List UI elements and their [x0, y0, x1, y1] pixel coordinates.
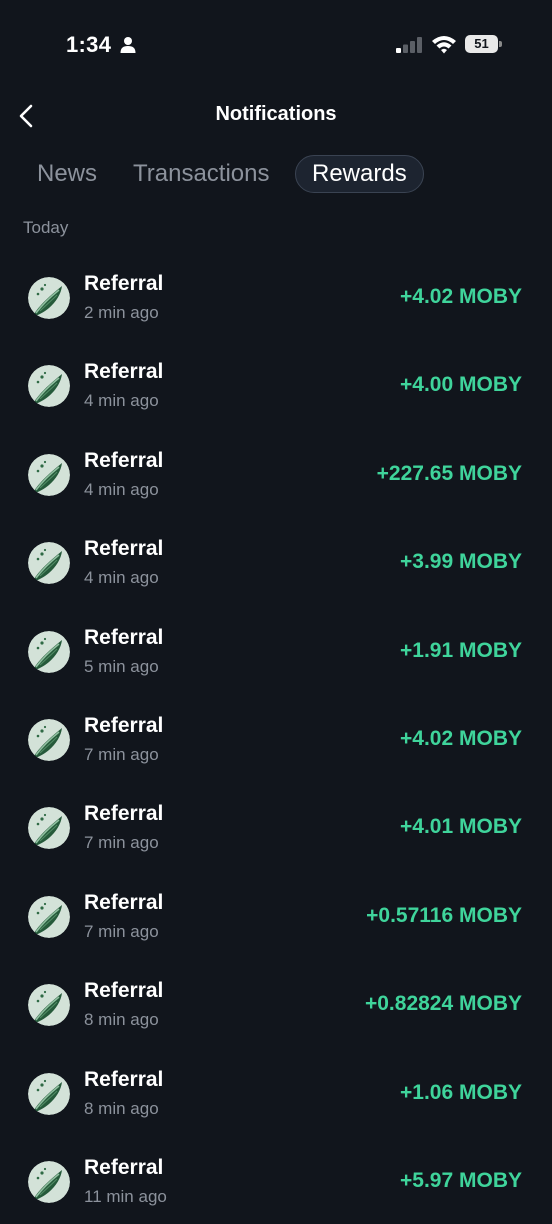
item-amount: +1.06 MOBY [400, 1080, 522, 1104]
item-time: 2 min ago [84, 303, 159, 322]
item-time: 8 min ago [84, 1010, 159, 1030]
list-item[interactable]: Referral 8 min ago +1.06 MOBY [0, 1048, 552, 1136]
item-amount: +5.97 MOBY [400, 1168, 522, 1192]
item-title: Referral [84, 979, 164, 1003]
moby-whale-avatar-icon [28, 807, 70, 850]
moby-whale-avatar-icon [28, 718, 70, 761]
item-title: Referral [84, 537, 164, 561]
item-time: 4 min ago [84, 568, 159, 588]
item-amount: +4.02 MOBY [400, 726, 522, 750]
moby-whale-avatar-icon [28, 630, 70, 673]
item-title: Referral [84, 802, 164, 826]
item-title: Referral [84, 713, 164, 737]
list-item[interactable]: Referral 11 min ago +5.97 MOBY [0, 1136, 552, 1224]
item-amount: +227.65 MOBY [376, 461, 522, 485]
list-item[interactable]: Referral 7 min ago +4.02 MOBY [0, 694, 552, 782]
item-amount: +0.57116 MOBY [366, 903, 522, 927]
section-label-today: Today [23, 218, 69, 237]
status-time: 1:34 [66, 32, 112, 57]
moby-whale-avatar-icon [28, 1160, 70, 1203]
moby-whale-avatar-icon [28, 1072, 70, 1115]
moby-whale-avatar-icon [28, 453, 70, 496]
list-item[interactable]: Referral 4 min ago +3.99 MOBY [0, 517, 552, 605]
person-icon [120, 37, 136, 53]
wifi-icon [432, 36, 456, 54]
moby-whale-avatar-icon [28, 895, 70, 938]
tab-transactions[interactable]: Transactions [133, 155, 270, 193]
item-time: 8 min ago [84, 1098, 159, 1118]
moby-whale-avatar-icon [28, 365, 70, 408]
page-title: Notifications [215, 103, 337, 125]
item-time: 4 min ago [84, 391, 159, 411]
item-title: Referral [84, 448, 164, 472]
item-time: 4 min ago [84, 479, 159, 499]
item-amount: +4.01 MOBY [400, 815, 522, 839]
item-amount: +0.82824 MOBY [364, 992, 522, 1016]
moby-whale-avatar-icon [28, 542, 70, 585]
item-time: 7 min ago [84, 921, 159, 941]
list-item[interactable]: Referral 5 min ago +1.91 MOBY [0, 606, 552, 694]
item-amount: +4.00 MOBY [400, 373, 522, 397]
item-time: 11 min ago [84, 1186, 167, 1206]
battery-level: 51 [474, 36, 489, 51]
cellular-signal-icon [396, 37, 422, 53]
item-title: Referral [84, 1155, 164, 1179]
tab-news[interactable]: News [37, 155, 97, 193]
list-item[interactable]: Referral 7 min ago +4.01 MOBY [0, 782, 552, 870]
item-amount: +4.02 MOBY [400, 285, 522, 308]
list-item[interactable]: Referral 4 min ago +4.00 MOBY [0, 340, 552, 428]
moby-whale-avatar-icon [28, 277, 70, 319]
item-amount: +1.91 MOBY [400, 638, 522, 662]
list-item[interactable]: Referral 8 min ago +0.82824 MOBY [0, 959, 552, 1047]
status-bar: 1:34 51 [0, 0, 552, 90]
item-title: Referral [84, 890, 164, 914]
tab-bar: News Transactions Rewards [0, 155, 552, 195]
rewards-list: Referral 2 min ago +4.02 MOBY Referral 4… [0, 252, 552, 1224]
tab-rewards[interactable]: Rewards [295, 155, 424, 193]
list-item[interactable]: Referral 2 min ago +4.02 MOBY [0, 252, 552, 340]
item-title: Referral [84, 625, 164, 649]
moby-whale-avatar-icon [28, 984, 70, 1027]
item-title: Referral [84, 272, 164, 295]
item-amount: +3.99 MOBY [400, 550, 522, 574]
battery-indicator: 51 [465, 35, 503, 53]
item-time: 7 min ago [84, 833, 159, 853]
list-item[interactable]: Referral 7 min ago +0.57116 MOBY [0, 871, 552, 959]
item-time: 7 min ago [84, 744, 159, 764]
battery-cap [499, 41, 502, 47]
item-title: Referral [84, 360, 164, 384]
item-time: 5 min ago [84, 656, 159, 676]
list-item[interactable]: Referral 4 min ago +227.65 MOBY [0, 429, 552, 517]
item-title: Referral [84, 1067, 164, 1091]
